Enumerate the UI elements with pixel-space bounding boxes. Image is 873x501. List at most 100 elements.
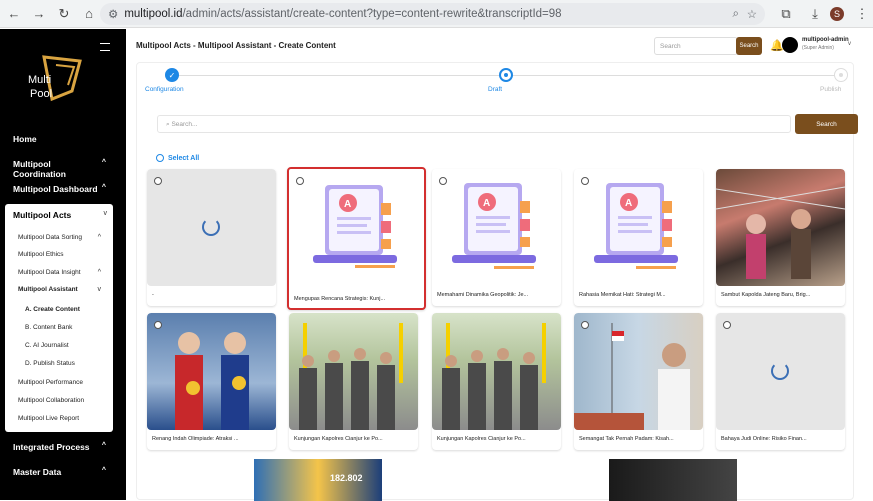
content-card[interactable]: A Rahasia Memikat Hati: Strategi M... [574, 169, 703, 306]
sidebar-item-live-report[interactable]: Multipool Live Report [18, 415, 79, 422]
chevron-up-icon: ^ [97, 269, 101, 276]
content-card[interactable]: Kunjungan Kapolres Cianjur ke Po... [432, 313, 561, 450]
thumb-number-text: 182.802 [330, 473, 363, 483]
main-content: Multipool Acts - Multipool Assistant - C… [126, 29, 873, 501]
svg-text:Pool: Pool [30, 88, 52, 100]
svg-text:Multi: Multi [28, 74, 51, 86]
card-caption: - [152, 292, 154, 298]
police-visit-photo-illustration [299, 323, 403, 430]
browser-toolbar: ← → ↻ ⌂ ⚙ multipool.id/admin/acts/assist… [0, 0, 873, 28]
card-image-loading [147, 169, 276, 286]
sidebar-item-data-sorting[interactable]: Multipool Data Sorting [18, 234, 82, 241]
chevron-down-icon: v [103, 210, 108, 217]
step-draft-indicator[interactable] [499, 68, 513, 82]
download-icon[interactable]: ⤓ [804, 3, 826, 25]
svg-text:A: A [483, 198, 490, 209]
sidebar-item-label: Multipool Coordination [13, 159, 66, 179]
ceremony-photo-illustration [716, 186, 845, 279]
step-label-publish: Publish [820, 86, 842, 93]
sidebar-item-ethics[interactable]: Multipool Ethics [18, 251, 64, 258]
card-image-athletes-photo [147, 313, 276, 430]
bookmark-star-icon[interactable]: ☆ [747, 7, 757, 21]
header-search-button[interactable]: Search [736, 37, 762, 55]
chevron-up-icon: ^ [101, 184, 106, 191]
address-bar[interactable]: ⚙ multipool.id/admin/acts/assistant/crea… [100, 3, 765, 25]
card-caption: Bahaya Judi Online: Risiko Finan... [721, 436, 807, 442]
sidebar-item-data-insight[interactable]: Multipool Data Insight [18, 269, 81, 276]
select-all-checkbox[interactable] [156, 154, 164, 162]
step-publish-indicator[interactable] [834, 68, 848, 82]
content-card[interactable]: Sambut Kapolda Jateng Baru, Brig... [716, 169, 845, 306]
reload-icon[interactable]: ↻ [53, 3, 75, 25]
police-visit-photo-illustration [442, 323, 546, 430]
sidebar: Multi Pool Home Multipool Coordination ^ … [0, 29, 126, 500]
sidebar-item-integrated-process[interactable]: Integrated Process ^ [0, 442, 126, 452]
content-card[interactable]: Semangat Tak Pernah Padam: Kisah... [574, 313, 703, 450]
svg-text:A: A [344, 199, 351, 210]
laptop-document-illustration: A [313, 185, 397, 268]
header-search-input[interactable]: Search [654, 37, 738, 55]
card-caption: Kunjungan Kapolres Cianjur ke Po... [437, 436, 526, 442]
laptop-document-illustration: A [594, 183, 678, 269]
site-settings-icon[interactable]: ⚙ [108, 7, 118, 21]
content-search-button[interactable]: Search [795, 114, 858, 134]
card-checkbox[interactable] [439, 177, 447, 185]
card-checkbox[interactable] [723, 321, 731, 329]
card-image-flag-photo [574, 313, 703, 430]
sidebar-item-acts[interactable]: Multipool Acts [13, 210, 71, 220]
chevron-up-icon: ^ [101, 442, 106, 449]
loading-spinner-icon [771, 362, 789, 380]
sidebar-item-ai-journalist[interactable]: C. AI Journalist [25, 342, 69, 349]
search-placeholder: Search... [171, 121, 198, 128]
card-checkbox[interactable] [296, 177, 304, 185]
sidebar-item-publish-status[interactable]: D. Publish Status [25, 360, 75, 367]
flag-ceremony-photo-illustration [574, 323, 690, 430]
content-card-partial[interactable] [609, 459, 737, 501]
card-image-laptop: A [293, 173, 422, 290]
content-card[interactable]: Bahaya Judi Online: Risiko Finan... [716, 313, 845, 450]
chevron-down-icon: v [97, 286, 102, 293]
content-card[interactable]: Kunjungan Kapolres Cianjur ke Po... [289, 313, 418, 450]
svg-text:A: A [625, 198, 632, 209]
zoom-icon[interactable]: ⌕ [733, 8, 739, 21]
sidebar-item-coordination[interactable]: Multipool Coordination ^ [0, 159, 126, 179]
sidebar-item-home[interactable]: Home [0, 134, 126, 144]
step-configuration-check-icon[interactable]: ✓ [165, 68, 179, 82]
select-all[interactable]: Select All [156, 154, 199, 162]
card-checkbox[interactable] [581, 177, 589, 185]
menu-toggle-icon[interactable] [100, 43, 110, 51]
forward-icon[interactable]: → [28, 3, 50, 25]
extensions-icon[interactable]: ⧉ [775, 3, 797, 25]
content-card[interactable]: - [147, 169, 276, 306]
user-role: (Super Admin) [802, 45, 834, 51]
profile-avatar[interactable]: S [830, 7, 844, 21]
sidebar-item-master-data[interactable]: Master Data ^ [0, 467, 126, 477]
card-checkbox[interactable] [154, 177, 162, 185]
card-checkbox[interactable] [581, 321, 589, 329]
content-search-input[interactable]: ⌕ Search... [157, 115, 791, 133]
home-icon[interactable]: ⌂ [78, 3, 100, 25]
content-card-partial[interactable]: 182.802 [254, 459, 382, 501]
sidebar-item-assistant[interactable]: Multipool Assistant [18, 286, 78, 293]
sidebar-item-performance[interactable]: Multipool Performance [18, 379, 83, 386]
sidebar-item-dashboard[interactable]: Multipool Dashboard ^ [0, 184, 126, 194]
user-name: multipool-admin [802, 37, 849, 43]
content-card[interactable]: Renang Indah Olimpiade: Atraksi ... [147, 313, 276, 450]
chevron-up-icon: ^ [97, 234, 101, 241]
content-card[interactable]: A Memahami Dinamika Geopolitik: Je... [432, 169, 561, 306]
card-caption: Sambut Kapolda Jateng Baru, Brig... [721, 292, 811, 298]
browser-menu-icon[interactable]: ⋮ [851, 3, 873, 25]
card-caption: Renang Indah Olimpiade: Atraksi ... [152, 436, 239, 442]
sidebar-item-label: Multipool Dashboard [13, 184, 98, 194]
sidebar-item-create-content[interactable]: A. Create Content [25, 306, 80, 313]
sidebar-item-content-bank[interactable]: B. Content Bank [25, 324, 72, 331]
back-icon[interactable]: ← [3, 3, 25, 25]
user-avatar[interactable] [782, 37, 798, 53]
card-checkbox[interactable] [154, 321, 162, 329]
sidebar-item-label: Home [13, 134, 37, 144]
user-menu-chevron-icon[interactable]: v [848, 41, 851, 47]
select-all-label: Select All [168, 154, 200, 162]
content-card-selected[interactable]: A Mengupas Rencana Strategis: Kunj... [287, 167, 426, 310]
sidebar-item-collaboration[interactable]: Multipool Collaboration [18, 397, 84, 404]
card-image-police-photo [432, 313, 561, 430]
